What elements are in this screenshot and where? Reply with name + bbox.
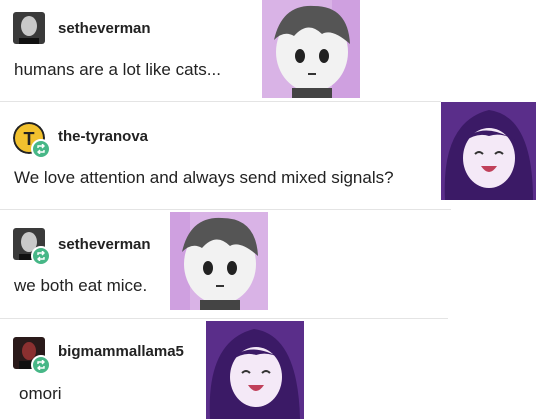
post-image[interactable] xyxy=(262,0,360,98)
post-text: We love attention and always send mixed … xyxy=(14,168,394,187)
omori-boy-drawing-icon xyxy=(170,212,268,310)
post-2: T the-tyranova We love attention and alw… xyxy=(0,102,536,209)
post-text: humans are a lot like cats... xyxy=(14,60,221,79)
post-text: we both eat mice. xyxy=(14,276,148,295)
post-image[interactable] xyxy=(441,102,536,200)
omori-boy-drawing-icon xyxy=(262,0,360,98)
omori-girl-laughing-drawing-icon xyxy=(441,102,536,200)
post-username[interactable]: setheverman xyxy=(58,20,151,37)
post-text: omori xyxy=(19,384,62,403)
post-1: setheverman humans are a lot like cats..… xyxy=(0,0,536,101)
avatar[interactable] xyxy=(13,12,45,44)
post-username[interactable]: setheverman xyxy=(58,236,151,253)
post-username[interactable]: bigmammallama5 xyxy=(58,343,184,360)
post-3: setheverman we both eat mice. xyxy=(0,210,536,318)
reblog-badge xyxy=(31,355,51,375)
reblog-icon xyxy=(37,251,45,261)
reblog-badge xyxy=(31,246,51,266)
post-username[interactable]: the-tyranova xyxy=(58,128,148,145)
reblog-icon xyxy=(37,144,45,154)
reblog-icon xyxy=(37,360,45,370)
reblog-badge xyxy=(31,139,51,159)
post-4: bigmammallama5 omori xyxy=(0,319,536,419)
post-image[interactable] xyxy=(206,321,304,419)
post-image[interactable] xyxy=(170,212,268,310)
bald-man-avatar-icon xyxy=(13,12,45,44)
omori-girl-laughing-drawing-icon xyxy=(206,321,304,419)
